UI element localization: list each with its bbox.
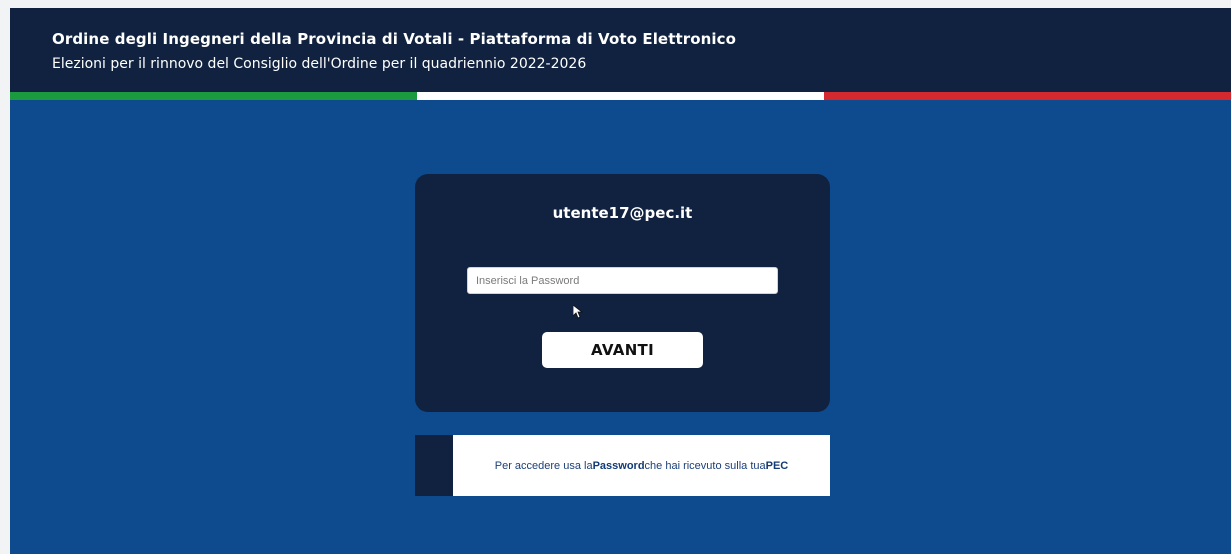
info-text-middle: che hai ricevuto sulla tua [644, 459, 766, 472]
avanti-button[interactable]: AVANTI [542, 332, 703, 368]
page-frame: Ordine degli Ingegneri della Provincia d… [10, 8, 1231, 554]
flag-red-stripe [824, 92, 1231, 100]
info-message: Per accedere usa la Password che hai ric… [453, 435, 830, 496]
header-title: Ordine degli Ingegneri della Provincia d… [52, 30, 737, 48]
italian-flag-bar [10, 92, 1231, 100]
header: Ordine degli Ingegneri della Provincia d… [10, 8, 1231, 92]
info-text-before: Per accedere usa la [494, 459, 593, 472]
info-box: Per accedere usa la Password che hai ric… [415, 435, 830, 496]
login-card: utente17@pec.it AVANTI [415, 174, 830, 412]
flag-green-stripe [10, 92, 417, 100]
flag-white-stripe [417, 92, 824, 100]
info-accent-bar [415, 435, 453, 496]
header-subtitle: Elezioni per il rinnovo del Consiglio de… [52, 56, 587, 72]
password-input[interactable] [467, 267, 778, 294]
info-password-word: Password [592, 459, 645, 472]
info-pec-word: PEC [765, 459, 789, 472]
login-user-email: utente17@pec.it [552, 204, 693, 222]
mouse-pointer-icon [573, 305, 583, 319]
